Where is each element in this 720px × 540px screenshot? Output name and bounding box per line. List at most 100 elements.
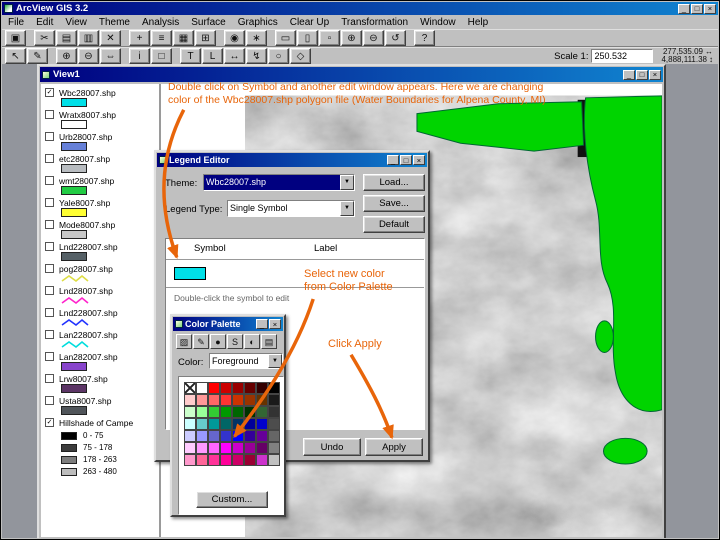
menu-item-surface[interactable]: Surface bbox=[185, 17, 231, 28]
legend-editor-maximize-button[interactable]: □ bbox=[400, 155, 412, 165]
color-swatch[interactable] bbox=[268, 394, 280, 406]
color-swatch[interactable] bbox=[196, 418, 208, 430]
theme-symbol-swatch[interactable] bbox=[61, 296, 89, 307]
legend-editor-close-button[interactable]: × bbox=[413, 155, 425, 165]
color-swatch[interactable] bbox=[244, 430, 256, 442]
color-swatch[interactable] bbox=[232, 442, 244, 454]
theme-symbol-swatch[interactable] bbox=[61, 406, 87, 417]
undo-button[interactable]: Undo bbox=[303, 438, 361, 456]
legend-editor-titlebar[interactable]: Legend Editor _ □ × bbox=[157, 153, 427, 167]
theme-symbol-swatch[interactable] bbox=[61, 164, 87, 175]
app-titlebar[interactable]: ArcView GIS 3.2 _ □ × bbox=[2, 2, 718, 15]
measure-tool[interactable]: ↔ bbox=[224, 48, 245, 64]
identify-tool[interactable]: i bbox=[129, 48, 150, 64]
legend-theme-item[interactable]: Lan228007.shp bbox=[43, 329, 159, 351]
color-swatch[interactable] bbox=[196, 430, 208, 442]
theme-checkbox[interactable] bbox=[45, 110, 54, 119]
zoom-selected-button[interactable]: ▫ bbox=[319, 30, 340, 46]
color-swatch[interactable] bbox=[208, 418, 220, 430]
color-swatch[interactable] bbox=[232, 430, 244, 442]
app-close-button[interactable]: × bbox=[704, 3, 716, 14]
draw-tool[interactable]: ○ bbox=[268, 48, 289, 64]
menu-item-transformation[interactable]: Transformation bbox=[335, 17, 414, 28]
color-swatch[interactable] bbox=[256, 394, 268, 406]
menu-item-analysis[interactable]: Analysis bbox=[136, 17, 185, 28]
menu-item-window[interactable]: Window bbox=[414, 17, 462, 28]
color-swatch[interactable] bbox=[268, 442, 280, 454]
theme-checkbox[interactable] bbox=[45, 220, 54, 229]
theme-symbol-swatch[interactable] bbox=[61, 252, 87, 263]
color-swatch[interactable] bbox=[256, 430, 268, 442]
legend-theme-item[interactable]: Yale8007.shp bbox=[43, 197, 159, 219]
menu-item-graphics[interactable]: Graphics bbox=[232, 17, 284, 28]
theme-checkbox[interactable] bbox=[45, 396, 54, 405]
color-swatch[interactable] bbox=[196, 382, 208, 394]
theme-symbol-swatch[interactable] bbox=[61, 340, 89, 351]
label-tool[interactable]: L bbox=[202, 48, 223, 64]
theme-checkbox[interactable] bbox=[45, 176, 54, 185]
hillshade-theme-item[interactable]: ✓ Hillshade of Campe bbox=[43, 417, 159, 431]
color-swatch[interactable] bbox=[196, 442, 208, 454]
theme-checkbox[interactable]: ✓ bbox=[45, 88, 54, 97]
legend-theme-item[interactable]: Usta8007.shp bbox=[43, 395, 159, 417]
menu-item-clear-up[interactable]: Clear Up bbox=[284, 17, 335, 28]
color-swatch[interactable] bbox=[208, 442, 220, 454]
color-swatch[interactable] bbox=[244, 442, 256, 454]
color-swatch[interactable] bbox=[232, 418, 244, 430]
legend-theme-item[interactable]: etc28007.shp bbox=[43, 153, 159, 175]
copy-button[interactable]: ▤ bbox=[56, 30, 77, 46]
legend-type-arrow-icon[interactable]: ▼ bbox=[340, 201, 354, 216]
color-palette-close-button[interactable]: × bbox=[269, 319, 281, 329]
color-swatch[interactable] bbox=[196, 406, 208, 418]
legend-theme-item[interactable]: Mode8007.shp bbox=[43, 219, 159, 241]
theme-symbol-swatch[interactable] bbox=[61, 142, 87, 153]
pen-palette-tool[interactable]: ✎ bbox=[193, 334, 209, 349]
theme-symbol-swatch[interactable] bbox=[61, 230, 87, 241]
palette-manager-tool[interactable]: ▤ bbox=[261, 334, 277, 349]
apply-button[interactable]: Apply bbox=[365, 438, 423, 456]
color-swatch[interactable] bbox=[208, 430, 220, 442]
color-swatch[interactable] bbox=[196, 394, 208, 406]
theme-symbol-swatch[interactable] bbox=[61, 98, 87, 109]
theme-symbol-swatch[interactable] bbox=[61, 120, 87, 131]
color-swatch[interactable] bbox=[220, 394, 232, 406]
legend-theme-item[interactable]: Lrw8007.shp bbox=[43, 373, 159, 395]
theme-checkbox[interactable] bbox=[45, 132, 54, 141]
zoom-out-tool[interactable]: ⊖ bbox=[78, 48, 99, 64]
color-swatch[interactable] bbox=[244, 394, 256, 406]
legend-theme-item[interactable]: Lnd228007.shp bbox=[43, 307, 159, 329]
color-swatch[interactable] bbox=[232, 454, 244, 466]
color-swatch[interactable] bbox=[184, 442, 196, 454]
theme-checkbox[interactable]: ✓ bbox=[45, 418, 54, 427]
scale-input[interactable] bbox=[591, 49, 654, 63]
zoom-in-button[interactable]: ⊕ bbox=[341, 30, 362, 46]
current-symbol-swatch[interactable] bbox=[174, 267, 206, 280]
theme-dropdown[interactable]: Wbc28007.shp ▼ bbox=[203, 174, 355, 191]
app-maximize-button[interactable]: □ bbox=[691, 3, 703, 14]
color-swatch[interactable] bbox=[232, 382, 244, 394]
color-swatch[interactable] bbox=[220, 454, 232, 466]
theme-checkbox[interactable] bbox=[45, 286, 54, 295]
save-project-button[interactable]: ▣ bbox=[5, 30, 26, 46]
theme-checkbox[interactable] bbox=[45, 308, 54, 317]
legend-theme-item[interactable]: Lnd228007.shp bbox=[43, 241, 159, 263]
zoom-out-button[interactable]: ⊖ bbox=[363, 30, 384, 46]
color-swatch[interactable] bbox=[208, 406, 220, 418]
color-palette-titlebar[interactable]: Color Palette _ × bbox=[173, 317, 283, 331]
legend-theme-item[interactable]: wmt28007.shp bbox=[43, 175, 159, 197]
no-color-swatch[interactable] bbox=[184, 382, 196, 394]
color-swatch[interactable] bbox=[220, 406, 232, 418]
open-theme-table-button[interactable]: ⊞ bbox=[195, 30, 216, 46]
theme-symbol-swatch[interactable] bbox=[61, 318, 89, 329]
zoom-full-extent-button[interactable]: ▭ bbox=[275, 30, 296, 46]
color-swatch[interactable] bbox=[220, 418, 232, 430]
theme-checkbox[interactable] bbox=[45, 352, 54, 361]
color-swatch[interactable] bbox=[184, 430, 196, 442]
color-swatch[interactable] bbox=[244, 454, 256, 466]
color-swatch[interactable] bbox=[268, 418, 280, 430]
color-palette-minimize-button[interactable]: _ bbox=[256, 319, 268, 329]
color-swatch[interactable] bbox=[244, 406, 256, 418]
theme-symbol-swatch[interactable] bbox=[61, 186, 87, 197]
menu-item-theme[interactable]: Theme bbox=[93, 17, 136, 28]
color-swatch[interactable] bbox=[184, 454, 196, 466]
